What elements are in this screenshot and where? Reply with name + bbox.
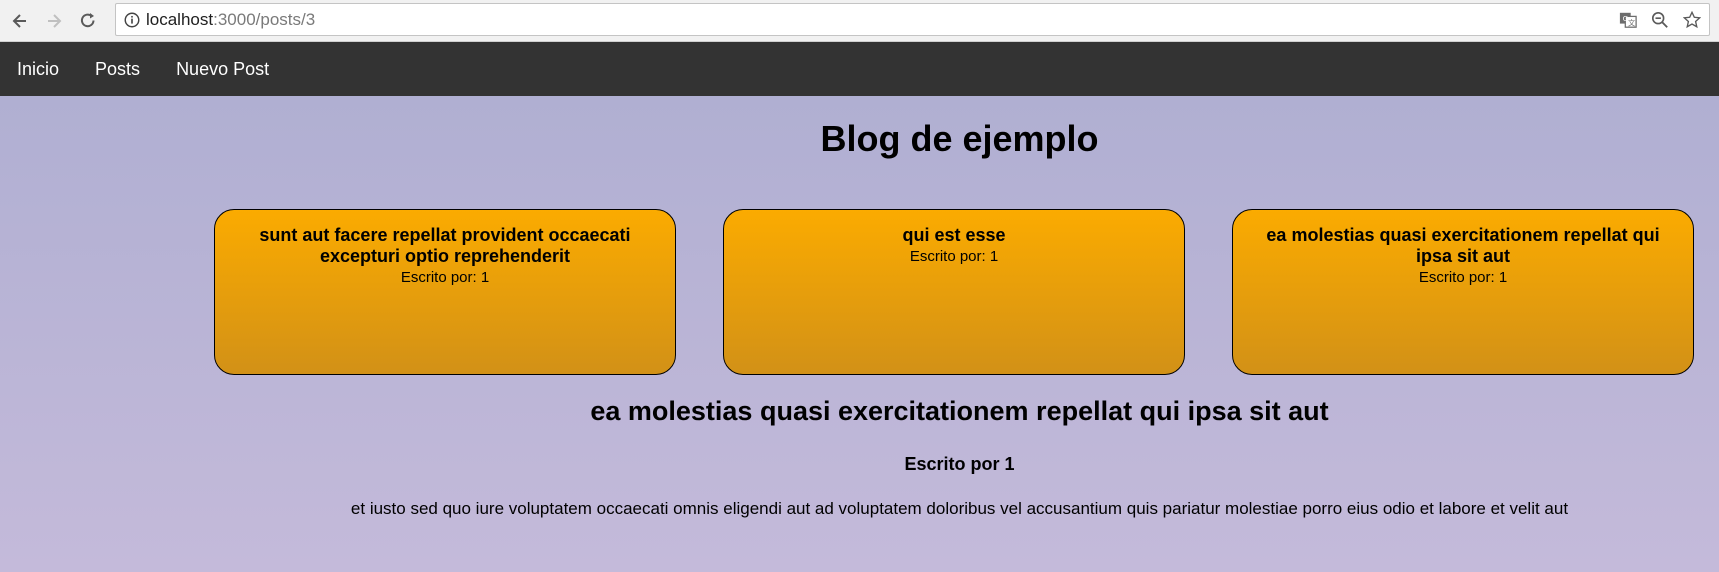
page-title: Blog de ejemplo (820, 118, 1099, 159)
nav-link-posts[interactable]: Posts (77, 42, 158, 96)
post-card-title: ea molestias quasi exercitationem repell… (1266, 225, 1660, 266)
zoom-out-icon[interactable] (1649, 9, 1671, 31)
post-author: Escrito por 1 (904, 454, 1015, 474)
forward-icon[interactable] (40, 7, 68, 35)
url-text: localhost:3000/posts/3 (146, 9, 316, 29)
main-navbar: Inicio Posts Nuevo Post (0, 42, 1719, 96)
post-card[interactable]: ea molestias quasi exercitationem repell… (1232, 209, 1694, 375)
svg-text:文: 文 (1628, 18, 1635, 27)
post-card-author: Escrito por: 1 (400, 269, 490, 286)
translate-icon[interactable]: G文 (1617, 9, 1639, 31)
browser-toolbar: localhost:3000/posts/3 G文 (0, 0, 1719, 42)
address-bar[interactable]: localhost:3000/posts/3 G文 (115, 3, 1710, 36)
reload-icon[interactable] (74, 7, 102, 35)
post-card[interactable]: qui est esse Escrito por: 1 (723, 209, 1185, 375)
post-body: et iusto sed quo iure voluptatem occaeca… (350, 499, 1569, 518)
info-icon[interactable] (122, 10, 142, 30)
post-title: ea molestias quasi exercitationem repell… (590, 396, 1329, 426)
nav-link-nuevo-post[interactable]: Nuevo Post (158, 42, 287, 96)
post-card[interactable]: sunt aut facere repellat provident occae… (214, 209, 676, 375)
back-icon[interactable] (6, 7, 34, 35)
page-content: Blog de ejemplo sunt aut facere repellat… (0, 96, 1719, 572)
post-card-title: qui est esse (902, 225, 1006, 245)
post-card-author: Escrito por: 1 (1418, 269, 1508, 286)
post-card-author: Escrito por: 1 (909, 248, 999, 265)
bookmark-star-icon[interactable] (1681, 9, 1703, 31)
nav-link-inicio[interactable]: Inicio (0, 42, 77, 96)
post-card-title: sunt aut facere repellat provident occae… (259, 225, 631, 266)
